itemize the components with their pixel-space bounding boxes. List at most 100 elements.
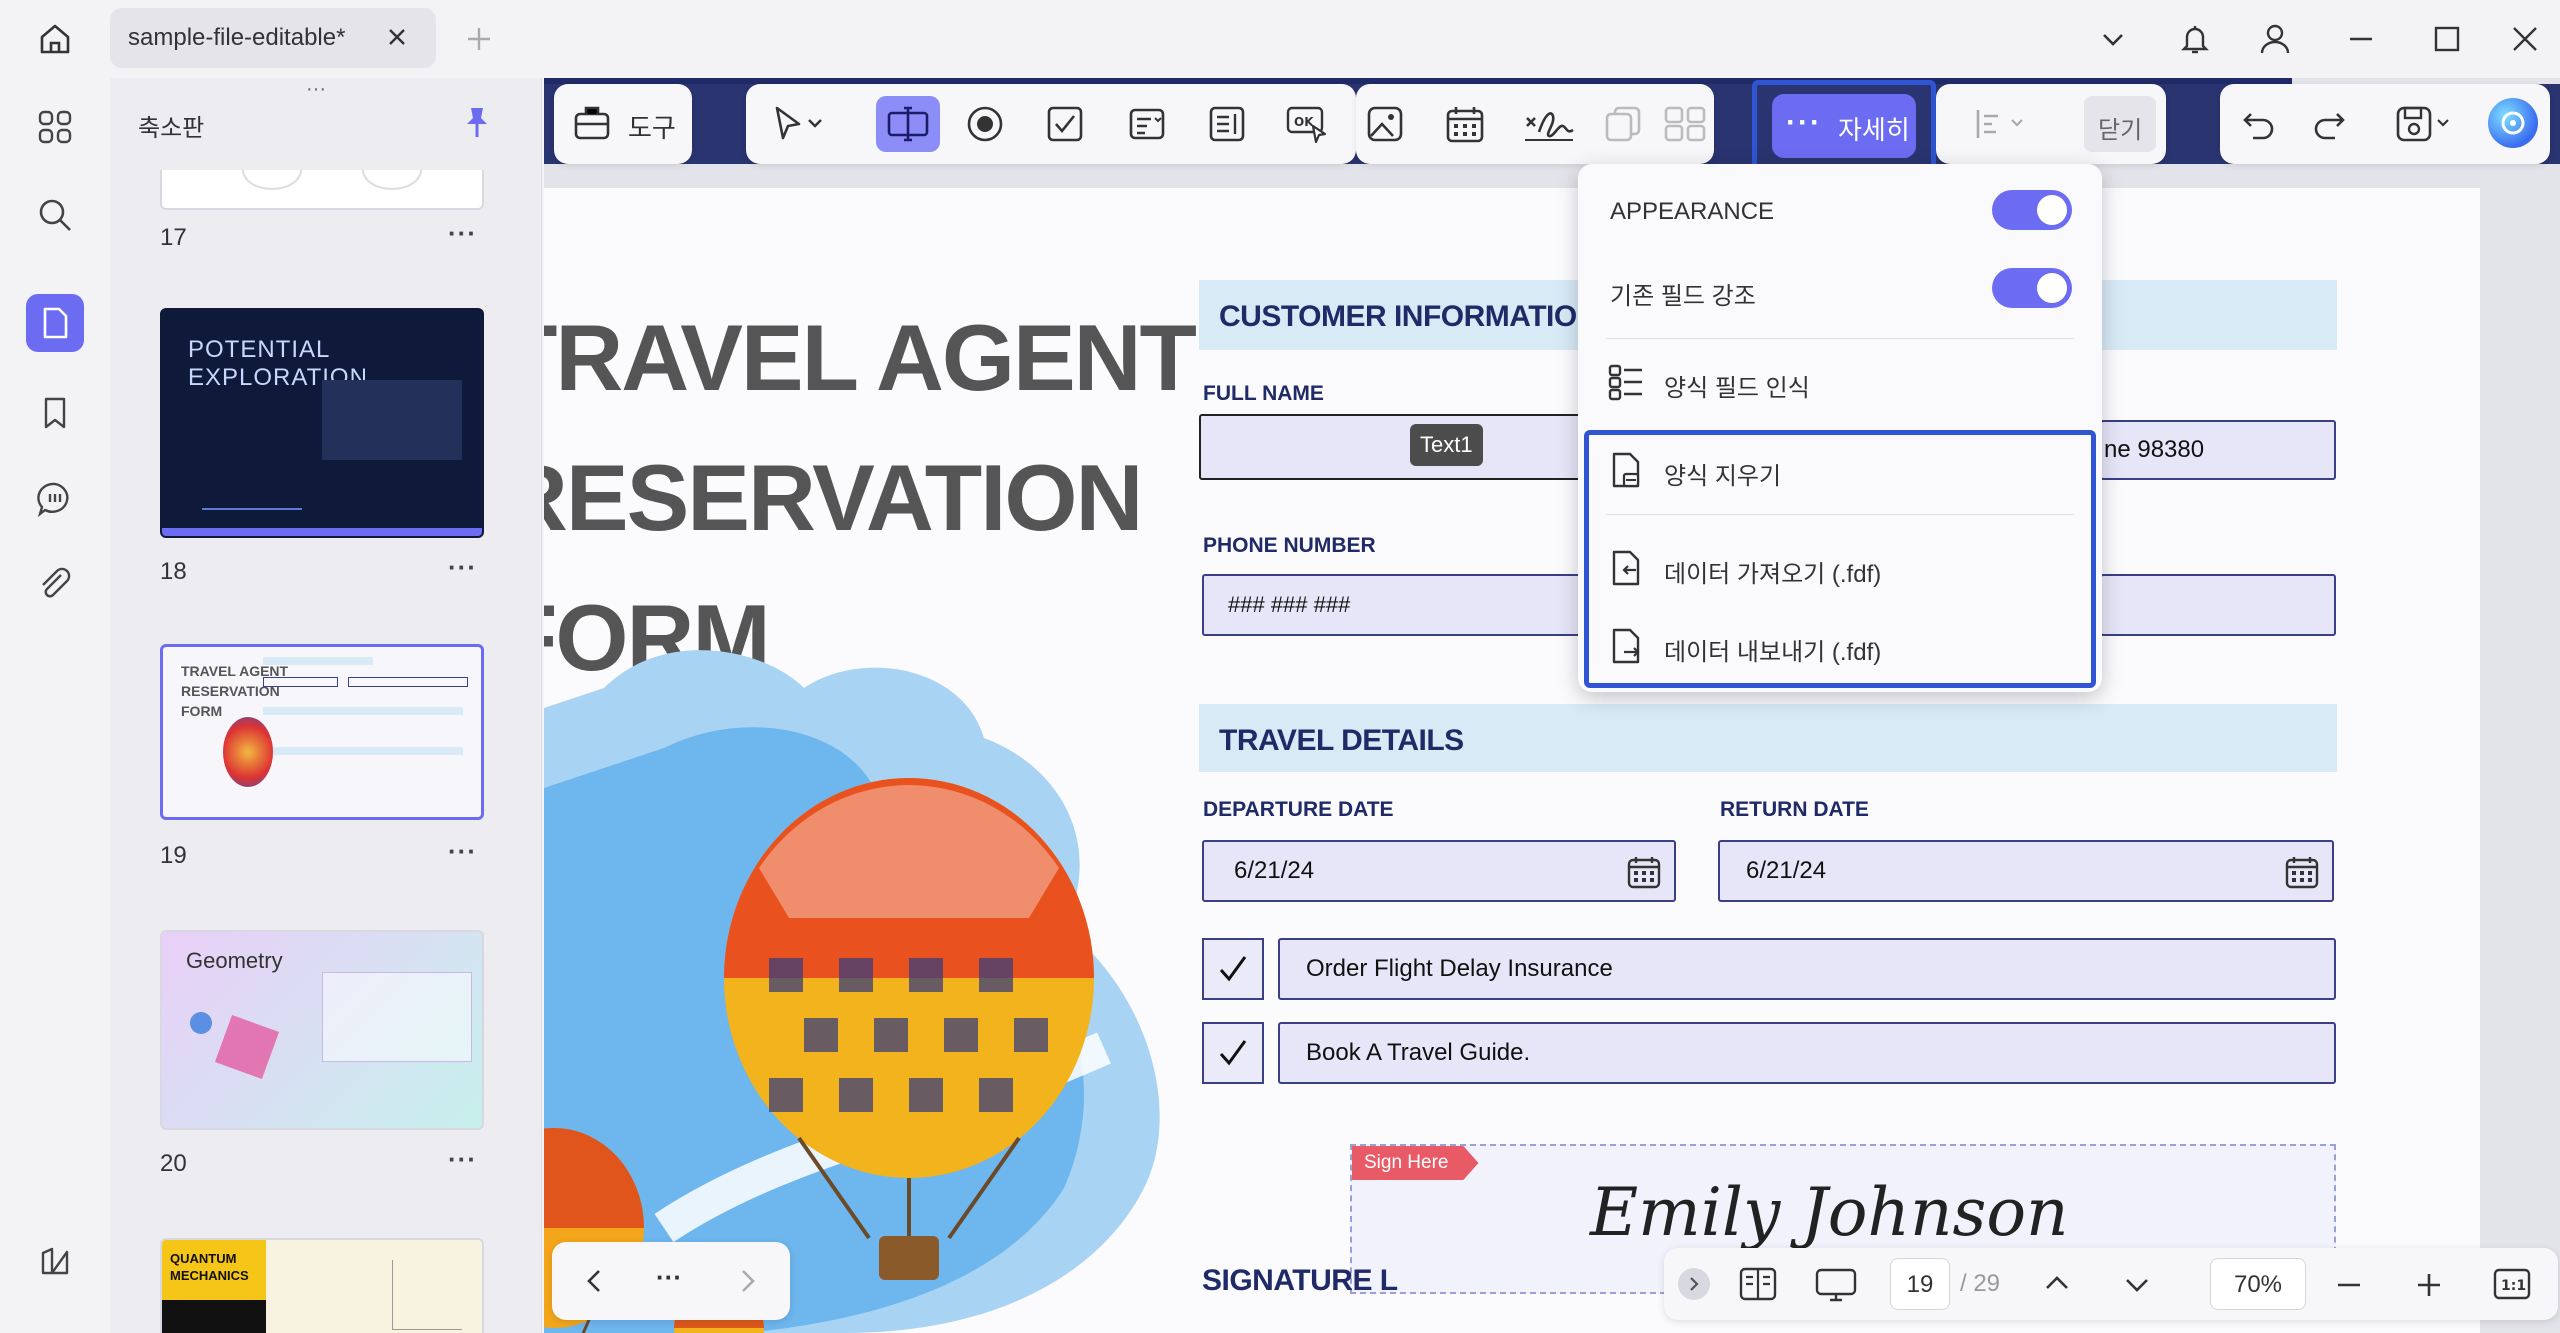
pin-icon[interactable] (462, 104, 492, 140)
return-date-field[interactable]: 6/21/24 (1718, 840, 2334, 902)
page-number-input[interactable]: 19 (1890, 1258, 1950, 1310)
title-line: RESERVATION (544, 445, 1143, 550)
combo-box-tool[interactable] (1118, 96, 1176, 152)
thumbnail-18[interactable]: POTENTIAL EXPLORATION (160, 308, 484, 538)
form-recognize-icon (1606, 362, 1646, 402)
title-bar: sample-file-editable* (0, 0, 2560, 78)
ai-assistant-icon[interactable] (2488, 98, 2538, 148)
thumbnail-21[interactable]: QUANTUM MECHANICS (160, 1238, 484, 1333)
undo-icon[interactable] (2230, 96, 2288, 152)
import-data-item[interactable]: 데이터 가져오기 (.fdf) (1590, 534, 2090, 600)
select-tool-button[interactable] (752, 96, 842, 152)
page-layout-icon[interactable] (1738, 1266, 1778, 1302)
previous-page-icon[interactable] (580, 1266, 610, 1296)
date-field-tool[interactable] (1436, 96, 1494, 152)
thumbnails-icon[interactable] (26, 294, 84, 352)
export-icon (1606, 626, 1646, 666)
calendar-icon[interactable] (2284, 854, 2320, 890)
status-bar: 19 / 29 70% 1:1 (1664, 1248, 2558, 1320)
departure-date-field[interactable]: 6/21/24 (1202, 840, 1676, 902)
balloon-illustration (544, 628, 1184, 1333)
scroll-up-icon[interactable] (2042, 1268, 2072, 1298)
full-name-label: FULL NAME (1203, 382, 1324, 405)
pdf-page: TRAVEL AGENT RESERVATION FORM (544, 188, 2480, 1333)
form-tools-group-2 (1356, 84, 1714, 164)
drag-handle-icon[interactable]: ··· (306, 78, 326, 101)
signature-field-tool[interactable] (1518, 96, 1580, 152)
tab-title: sample-file-editable* (128, 24, 346, 51)
bookmark-icon[interactable] (26, 384, 84, 442)
travel-guide-checkbox[interactable] (1202, 1022, 1264, 1084)
menu-item-label: 양식 필드 인식 (1664, 375, 1810, 402)
thumbnail-19[interactable]: TRAVEL AGENT RESERVATION FORM (160, 644, 484, 820)
more-pages-icon[interactable]: ··· (656, 1262, 682, 1293)
page-more-button[interactable]: ··· (448, 836, 477, 867)
highlight-fields-label: 기존 필드 강조 (1610, 283, 1756, 310)
toolbox-icon[interactable] (572, 102, 612, 142)
page-more-button[interactable]: ··· (448, 218, 477, 249)
next-page-icon[interactable] (732, 1266, 762, 1296)
page-number: 17 (160, 224, 187, 251)
button-tool[interactable]: OK (1278, 96, 1336, 152)
duplicate-tool[interactable] (1594, 96, 1652, 152)
departure-value: 6/21/24 (1234, 857, 1315, 884)
comment-icon[interactable] (26, 470, 84, 528)
chevron-down-icon[interactable] (2092, 18, 2134, 60)
radio-button-tool[interactable] (956, 96, 1014, 152)
highlight-fields-toggle[interactable] (1992, 268, 2072, 308)
page-more-button[interactable]: ··· (448, 1144, 477, 1175)
clear-form-item[interactable]: 양식 지우기 (1590, 436, 2090, 502)
bell-icon[interactable] (2174, 18, 2216, 60)
zoom-level-input[interactable]: 70% (2210, 1258, 2306, 1310)
save-icon[interactable] (2384, 96, 2464, 152)
flight-insurance-checkbox[interactable] (1202, 938, 1264, 1000)
new-tab-icon[interactable] (458, 18, 500, 60)
search-icon[interactable] (26, 186, 84, 244)
thumbnail-17[interactable] (160, 170, 484, 210)
document-tab[interactable]: sample-file-editable* (110, 8, 436, 68)
page-more-button[interactable]: ··· (448, 552, 477, 583)
export-data-item[interactable]: 데이터 내보내기 (.fdf) (1590, 612, 2090, 678)
list-box-tool[interactable] (1198, 96, 1256, 152)
option-label: Book A Travel Guide. (1306, 1039, 1531, 1066)
zoom-out-icon[interactable] (2334, 1270, 2364, 1300)
address-value: ne 98380 (2104, 436, 2205, 463)
calendar-icon[interactable] (1626, 854, 1662, 890)
image-field-tool[interactable] (1356, 96, 1414, 152)
minimize-icon[interactable] (2340, 18, 2382, 60)
appearance-toggle[interactable] (1992, 190, 2072, 230)
redo-icon[interactable] (2300, 96, 2358, 152)
scroll-down-icon[interactable] (2122, 1270, 2152, 1300)
import-icon (1606, 548, 1646, 588)
actual-size-icon[interactable]: 1:1 (2492, 1266, 2532, 1302)
account-icon[interactable] (2254, 18, 2296, 60)
svg-text:1:1: 1:1 (2501, 1278, 2526, 1294)
full-name-field[interactable] (1199, 414, 1609, 480)
text-field-tool-button[interactable] (876, 96, 940, 152)
close-window-icon[interactable] (2504, 18, 2546, 60)
email-field[interactable] (2100, 574, 2336, 636)
recognize-fields-item[interactable]: 양식 필드 인식 (1578, 350, 2102, 412)
thumbnail-20[interactable]: Geometry (160, 930, 484, 1130)
zoom-in-icon[interactable] (2414, 1270, 2444, 1300)
signature-text: Emily Johnson (1590, 1174, 2069, 1251)
address-field[interactable]: ne 98380 (2100, 420, 2336, 480)
checkbox-tool[interactable] (1036, 96, 1094, 152)
apps-icon[interactable] (26, 98, 84, 156)
grid-tool[interactable] (1656, 96, 1714, 152)
close-tab-icon[interactable] (382, 22, 412, 52)
align-tool[interactable] (1960, 96, 2040, 152)
maximize-icon[interactable] (2426, 18, 2468, 60)
tools-label[interactable]: 도구 (628, 108, 676, 145)
attachment-icon[interactable] (26, 556, 84, 614)
layers-icon[interactable] (26, 1232, 84, 1290)
option-label: Order Flight Delay Insurance (1306, 955, 1613, 982)
home-icon[interactable] (34, 18, 76, 60)
section-title: TRAVEL DETAILS (1219, 724, 1464, 757)
presentation-icon[interactable] (1814, 1266, 1858, 1304)
phone-field[interactable]: ### ### ### (1202, 574, 1610, 636)
close-button[interactable]: 닫기 (2084, 96, 2156, 152)
expand-icon[interactable] (1678, 1268, 1710, 1300)
menu-divider (1606, 514, 2074, 515)
more-button[interactable]: ··· 자세히 (1772, 94, 1916, 158)
